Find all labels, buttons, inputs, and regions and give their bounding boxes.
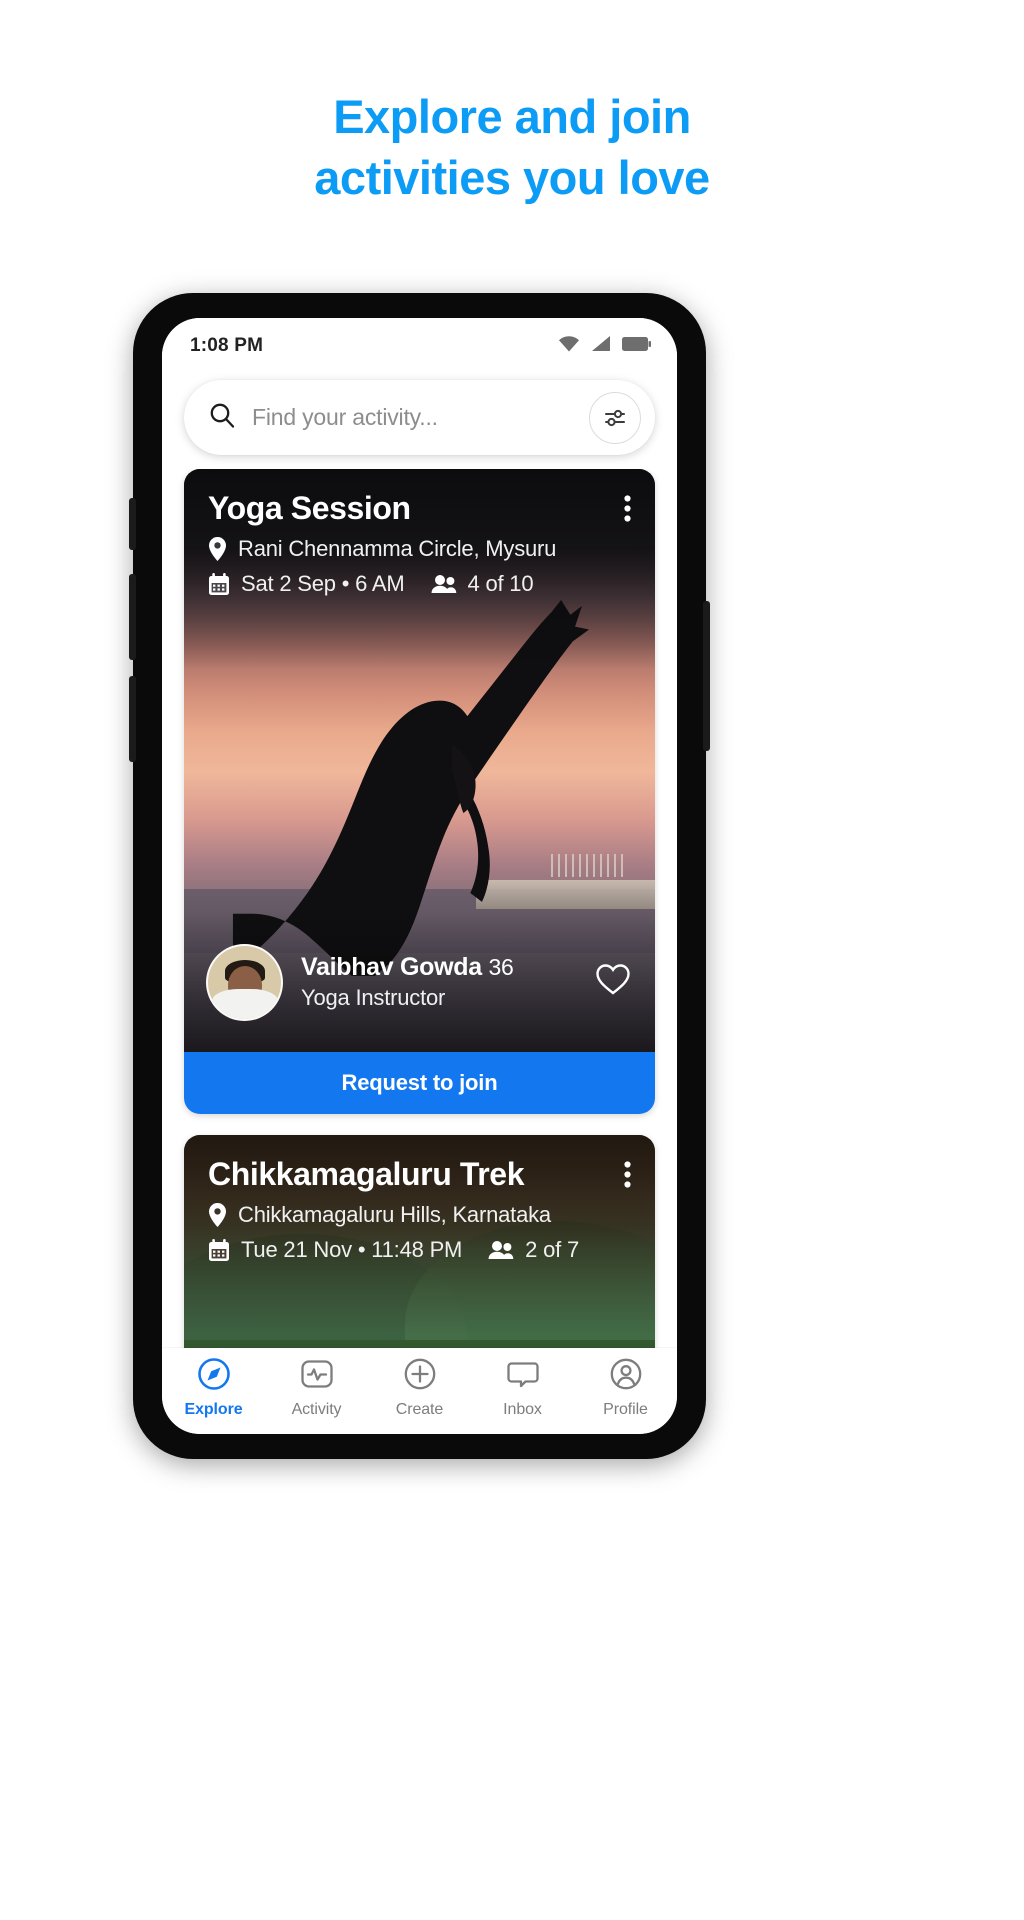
people-icon xyxy=(488,1240,514,1260)
user-circle-icon xyxy=(609,1357,643,1396)
status-bar-time: 1:08 PM xyxy=(190,335,264,356)
card-title: Yoga Session xyxy=(208,490,411,526)
card-attendees-text: 4 of 10 xyxy=(467,571,534,596)
heart-outline-icon[interactable] xyxy=(585,963,631,1001)
wifi-icon xyxy=(558,335,580,357)
map-pin-icon xyxy=(208,1203,227,1227)
host-info: Vaibhav Gowda 36 Yoga Instructor xyxy=(301,953,585,1011)
calendar-icon xyxy=(208,572,230,596)
host-name: Vaibhav Gowda xyxy=(301,953,482,981)
card-datetime-text: Sat 2 Sep • 6 AM xyxy=(241,571,405,596)
card-datetime-row: Tue 21 Nov • 11:48 PM 2 of 7 xyxy=(208,1237,633,1263)
search-icon xyxy=(208,401,236,434)
status-bar: 1:08 PM xyxy=(162,318,677,374)
activity-card[interactable]: Yoga Session Rani Chennamma Circle, Mysu… xyxy=(184,469,655,1114)
people-icon xyxy=(431,574,457,594)
nav-label-activity: Activity xyxy=(291,1401,342,1418)
avatar-shirt xyxy=(211,988,278,1019)
power-button xyxy=(129,676,136,762)
nav-label-explore: Explore xyxy=(184,1401,243,1418)
nav-label-inbox: Inbox xyxy=(503,1401,542,1418)
headline-line-2: activities you love xyxy=(314,151,710,204)
phone-screen: 1:08 PM Find your activity... Yoga Sessi… xyxy=(162,318,677,1434)
nav-item-profile[interactable]: Profile xyxy=(574,1357,677,1419)
more-vertical-icon[interactable] xyxy=(614,489,633,527)
card-header: Yoga Session Rani Chennamma Circle, Mysu… xyxy=(184,469,655,597)
host-name-row: Vaibhav Gowda 36 xyxy=(301,953,585,982)
headline-line-1: Explore and join xyxy=(333,90,691,143)
volume-up-button xyxy=(129,498,136,550)
bottom-navigation: Explore Activity Create Inbox Profile xyxy=(162,1348,677,1434)
nav-item-explore[interactable]: Explore xyxy=(162,1357,265,1419)
card-media: Yoga Session Rani Chennamma Circle, Mysu… xyxy=(184,469,655,1052)
nav-item-inbox[interactable]: Inbox xyxy=(471,1357,574,1419)
nav-item-activity[interactable]: Activity xyxy=(265,1357,368,1419)
search-bar[interactable]: Find your activity... xyxy=(184,380,655,455)
activity-feed[interactable]: Yoga Session Rani Chennamma Circle, Mysu… xyxy=(162,469,677,1389)
request-to-join-button[interactable]: Request to join xyxy=(184,1052,655,1114)
card-datetime-text: Tue 21 Nov • 11:48 PM xyxy=(241,1237,463,1262)
battery-icon xyxy=(622,336,651,357)
card-location-row: Chikkamagaluru Hills, Karnataka xyxy=(208,1202,633,1228)
phone-mockup: 1:08 PM Find your activity... Yoga Sessi… xyxy=(129,293,710,1459)
more-vertical-icon[interactable] xyxy=(614,1155,633,1193)
status-bar-icons xyxy=(558,335,651,357)
card-location-text: Chikkamagaluru Hills, Karnataka xyxy=(238,1202,551,1227)
filter-sliders-icon[interactable] xyxy=(589,391,641,444)
compass-icon xyxy=(197,1357,231,1396)
cellular-signal-icon xyxy=(591,335,611,357)
card-attendees-text: 2 of 7 xyxy=(525,1237,580,1262)
volume-down-button xyxy=(129,574,136,660)
page-headline: Explore and join activities you love xyxy=(0,86,1024,208)
search-area: Find your activity... xyxy=(162,374,677,469)
chat-bubble-icon xyxy=(506,1357,540,1396)
card-host-strip[interactable]: Vaibhav Gowda 36 Yoga Instructor xyxy=(184,912,655,1052)
avatar[interactable] xyxy=(206,943,283,1021)
side-button-right xyxy=(703,601,710,751)
host-age: 36 xyxy=(488,954,514,980)
map-pin-icon xyxy=(208,537,227,561)
nav-label-profile: Profile xyxy=(603,1401,648,1418)
search-input[interactable]: Find your activity... xyxy=(252,404,589,431)
card-title: Chikkamagaluru Trek xyxy=(208,1156,525,1192)
pulse-icon xyxy=(300,1357,334,1396)
host-role: Yoga Instructor xyxy=(301,985,446,1010)
card-datetime-row: Sat 2 Sep • 6 AM 4 of 10 xyxy=(208,571,633,597)
calendar-icon xyxy=(208,1238,230,1262)
nav-label-create: Create xyxy=(395,1401,444,1418)
nav-item-create[interactable]: Create xyxy=(368,1357,471,1419)
card-header: Chikkamagaluru Trek Chikkamagaluru Hills… xyxy=(184,1135,655,1263)
plus-circle-icon xyxy=(403,1357,437,1396)
card-location-row: Rani Chennamma Circle, Mysuru xyxy=(208,536,633,562)
card-location-text: Rani Chennamma Circle, Mysuru xyxy=(238,536,557,561)
